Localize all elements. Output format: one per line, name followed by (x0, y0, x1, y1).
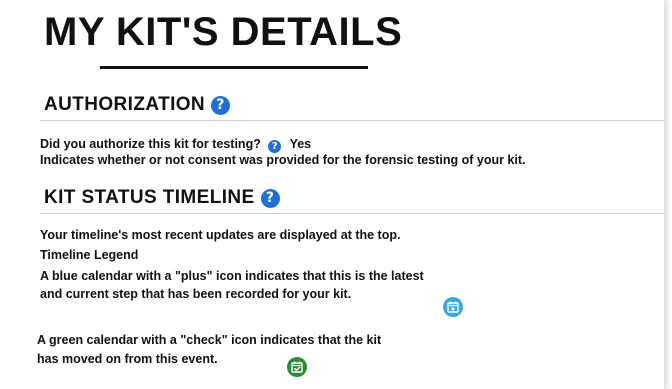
authorization-heading-label: AUTHORIZATION (44, 94, 206, 115)
consent-help-icon[interactable]: ? (268, 140, 282, 153)
legend-blue-line1: A blue calendar with a "plus" icon indic… (40, 269, 424, 283)
authorization-divider (40, 120, 664, 121)
title-underline (100, 66, 368, 69)
authorization-description: Indicates whether or not consent was pro… (40, 153, 526, 167)
page-title: MY KIT'S DETAILS (44, 10, 403, 54)
timeline-intro: Your timeline's most recent updates are … (40, 228, 401, 242)
calendar-check-icon (287, 357, 307, 377)
authorization-question-row: Did you authorize this kit for testing? … (40, 137, 311, 153)
authorization-help-icon[interactable]: ? (211, 95, 231, 115)
legend-blue-line2: and current step that has been recorded … (40, 287, 352, 301)
authorization-answer: Yes (289, 137, 312, 151)
kit-details-panel: MY KIT'S DETAILS AUTHORIZATION ? Did you… (0, 0, 665, 389)
authorization-question: Did you authorize this kit for testing? (40, 137, 261, 151)
timeline-help-icon[interactable]: ? (260, 188, 280, 208)
legend-green-line2: has moved on from this event. (37, 352, 218, 366)
legend-green-line1: A green calendar with a "check" icon ind… (37, 333, 382, 347)
timeline-heading: KIT STATUS TIMELINE ? (44, 187, 280, 209)
authorization-heading: AUTHORIZATION ? (44, 94, 231, 116)
timeline-heading-label: KIT STATUS TIMELINE (44, 187, 255, 208)
timeline-legend-title: Timeline Legend (40, 248, 139, 262)
calendar-plus-icon (443, 297, 463, 317)
timeline-divider (40, 213, 664, 214)
